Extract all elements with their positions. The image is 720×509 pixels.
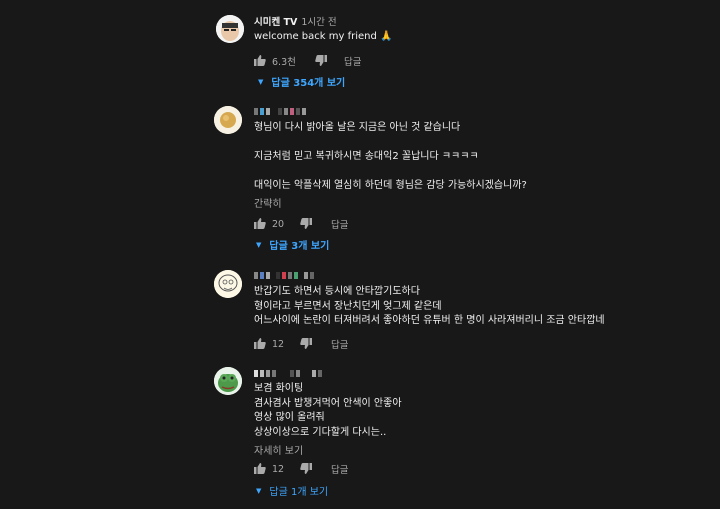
view-replies-button[interactable]: ▼ 답글 1개 보기	[256, 483, 329, 499]
author-name[interactable]: 시미켄 TV	[254, 14, 297, 28]
avatar[interactable]	[216, 15, 244, 43]
like-icon[interactable]	[254, 463, 267, 475]
reply-button[interactable]: 답글	[331, 217, 348, 231]
avatar[interactable]	[214, 367, 242, 395]
avatar[interactable]	[214, 270, 242, 298]
author-name-blurred[interactable]	[254, 272, 314, 279]
view-replies-label: 답글 3개 보기	[269, 241, 330, 252]
author-name-blurred[interactable]	[254, 108, 306, 115]
chevron-down-icon: ▼	[258, 77, 264, 86]
dislike-icon[interactable]	[315, 55, 328, 67]
dislike-icon[interactable]	[300, 218, 313, 230]
view-replies-label: 답글 354개 보기	[271, 78, 346, 89]
avatar-image	[214, 367, 242, 395]
reply-button[interactable]: 답글	[331, 337, 348, 351]
chevron-down-icon: ▼	[256, 486, 262, 495]
dislike-icon[interactable]	[300, 338, 313, 350]
comment-text: 보겸 화이팅 겸사겸사 밥챙겨먹어 안색이 안좋아 영상 많이 올려줘 상상이상…	[254, 383, 402, 438]
comment-2: 형님이 다시 밝아올 날은 지금은 아닌 것 같습니다 지금처럼 믿고 복귀하시…	[0, 100, 720, 260]
like-count: 12	[272, 338, 285, 350]
like-icon[interactable]	[254, 55, 267, 67]
like-count: 12	[272, 463, 285, 475]
comment-4: 보겸 화이팅 겸사겸사 밥챙겨먹어 안색이 안좋아 영상 많이 올려줘 상상이상…	[0, 360, 720, 509]
like-icon[interactable]	[254, 218, 267, 230]
comment-1: 시미켄 TV 1시간 전 welcome back my friend 🙏 6.…	[0, 0, 720, 100]
dislike-icon[interactable]	[300, 463, 313, 475]
reply-button[interactable]: 답글	[344, 54, 361, 68]
author-name-blurred[interactable]	[254, 370, 322, 377]
comment-time[interactable]: 1시간 전	[301, 14, 336, 28]
view-replies-button[interactable]: ▼ 답글 354개 보기	[258, 74, 346, 90]
chevron-down-icon: ▼	[256, 240, 262, 249]
read-more-button[interactable]: 자세히 보기	[254, 442, 303, 457]
avatar-image	[214, 106, 242, 134]
reply-button[interactable]: 답글	[331, 462, 348, 476]
like-icon[interactable]	[254, 338, 267, 350]
comment-text: 반갑기도 하면서 등시에 안타깝기도하다 형이라고 부르면서 장난치던게 엊그제…	[254, 286, 605, 326]
show-less-button[interactable]: 간략히	[254, 195, 282, 210]
avatar-image	[216, 15, 244, 43]
comment-text: 형님이 다시 밝아올 날은 지금은 아닌 것 같습니다 지금처럼 믿고 복귀하시…	[254, 122, 527, 191]
avatar[interactable]	[214, 106, 242, 134]
like-count: 6.3천	[272, 57, 296, 68]
like-count: 20	[272, 218, 285, 230]
comment-text: welcome back my friend 🙏	[254, 31, 393, 42]
avatar-image	[214, 270, 242, 298]
view-replies-button[interactable]: ▼ 답글 3개 보기	[256, 237, 330, 253]
view-replies-label: 답글 1개 보기	[269, 487, 329, 498]
comment-3: 반갑기도 하면서 등시에 안타깝기도하다 형이라고 부르면서 장난치던게 엊그제…	[0, 260, 720, 360]
